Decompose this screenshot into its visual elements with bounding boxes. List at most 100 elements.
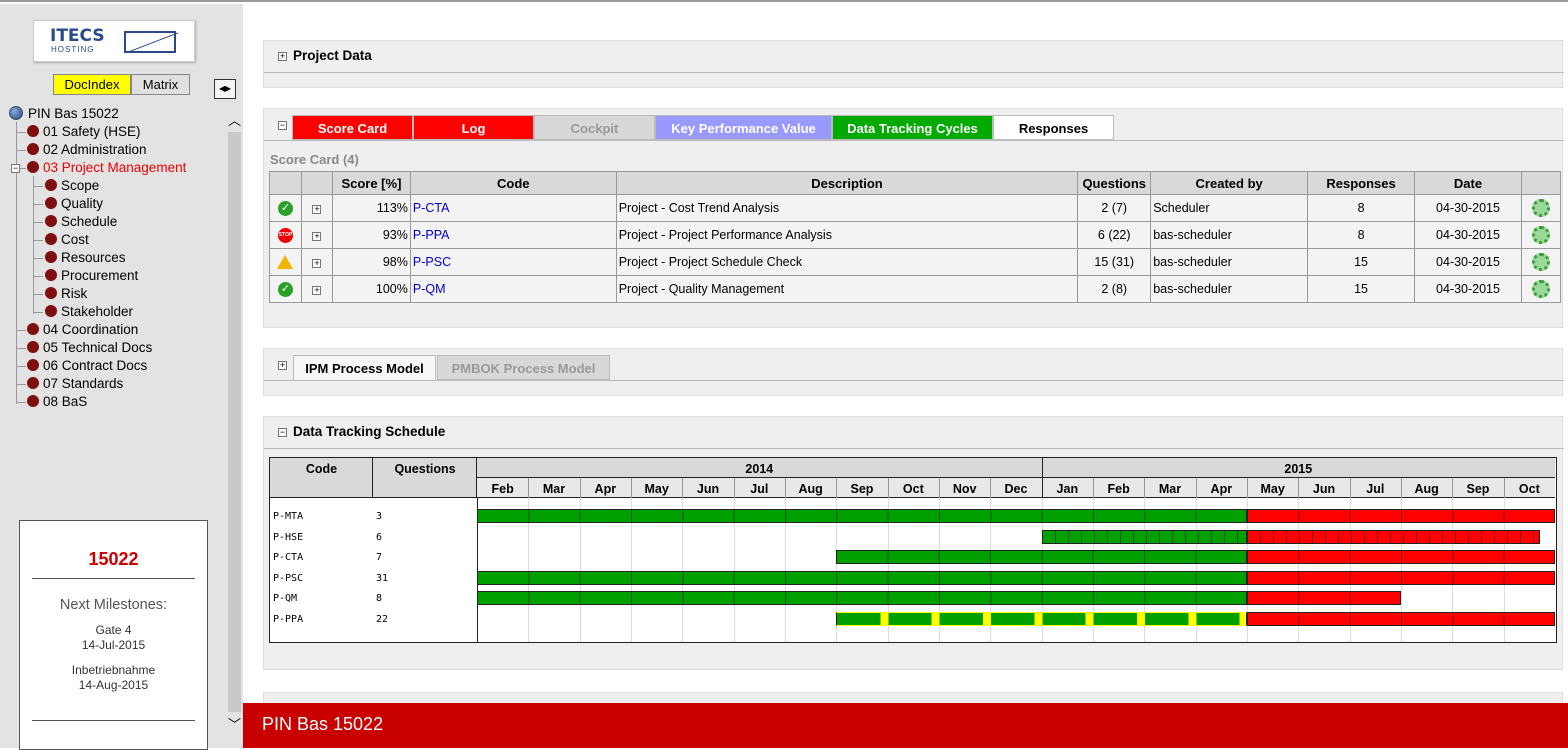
code-link[interactable]: P-PSC: [413, 255, 451, 269]
collapse-icon[interactable]: −: [11, 164, 20, 173]
milestone-name: Gate 4: [95, 623, 132, 637]
gantt-bar[interactable]: [1247, 570, 1555, 585]
tree-item-08-bas[interactable]: 08 BaS: [27, 393, 87, 411]
col-header-created-by[interactable]: Created by: [1150, 171, 1309, 195]
expand-row-icon[interactable]: +: [312, 205, 322, 214]
tab-log[interactable]: Log: [413, 115, 534, 140]
tab-key-performance-value[interactable]: Key Performance Value: [655, 115, 832, 140]
tree-item-cost[interactable]: Cost: [45, 231, 89, 249]
gantt-bar[interactable]: [1247, 509, 1555, 523]
settings-gear-icon[interactable]: [1531, 199, 1550, 217]
score-cell: 113%: [331, 194, 411, 222]
tree-item-procurement[interactable]: Procurement: [45, 267, 138, 285]
tree-item-quality[interactable]: Quality: [45, 195, 103, 213]
logo-mark-icon: [124, 31, 176, 53]
table-row[interactable]: STOP +93% P-PPA Project - Project Performan…: [269, 221, 1562, 249]
scroll-up-icon[interactable]: ︿: [226, 112, 243, 130]
expand-row-icon[interactable]: +: [312, 232, 322, 241]
col-header-description[interactable]: Description: [615, 171, 1079, 195]
code-link[interactable]: P-CTA: [413, 201, 450, 215]
gantt-bar[interactable]: [477, 570, 1247, 585]
collapse-icon[interactable]: −: [278, 428, 287, 437]
gantt-bar[interactable]: [836, 612, 1247, 626]
tree-item-resources[interactable]: Resources: [45, 249, 126, 267]
col-header-blank-1[interactable]: [300, 171, 333, 195]
gantt-row-questions: 8: [376, 593, 383, 605]
scroll-down-icon[interactable]: ﹀: [226, 714, 243, 732]
tab-responses[interactable]: Responses: [993, 115, 1114, 140]
gantt-bar[interactable]: [836, 550, 1247, 565]
code-link[interactable]: P-PPA: [413, 228, 450, 242]
month-mar: Mar: [1158, 482, 1182, 496]
col-header-code[interactable]: Code: [409, 171, 617, 195]
gantt-row-code: P-QM: [273, 593, 298, 605]
collapse-icon[interactable]: −: [278, 117, 293, 132]
tab-data-tracking-cycles[interactable]: Data Tracking Cycles: [832, 115, 993, 140]
responses-cell: 8: [1307, 194, 1416, 222]
tab-ipm-process-model[interactable]: IPM Process Model: [293, 355, 436, 380]
col-header-responses[interactable]: Responses: [1307, 171, 1416, 195]
tab-cockpit[interactable]: Cockpit: [534, 115, 655, 140]
gantt-bar[interactable]: [1247, 550, 1555, 565]
month-nov: Nov: [952, 482, 977, 496]
month-apr: Apr: [1210, 482, 1233, 496]
scroll-thumb[interactable]: [228, 132, 241, 712]
description-cell: Project - Cost Trend Analysis: [615, 194, 1079, 222]
month-mar: Mar: [542, 482, 566, 496]
tree-item-04-coordination[interactable]: 04 Coordination: [27, 321, 138, 339]
tab-score-card[interactable]: Score Card: [292, 115, 413, 140]
tab-docindex[interactable]: DocIndex: [53, 74, 131, 95]
tree-root[interactable]: PIN Bas 15022: [9, 105, 119, 123]
table-row[interactable]: ✓ +113% P-CTA Project - Cost Trend Analysis…: [269, 194, 1562, 222]
table-row[interactable]: ✓ +100% P-QM Project - Quality Management 2 …: [269, 275, 1562, 303]
settings-gear-icon[interactable]: [1531, 280, 1550, 298]
settings-gear-icon[interactable]: [1531, 226, 1550, 244]
gantt-bar[interactable]: [1247, 591, 1401, 606]
scorecard-panel: − Score Card Log Cockpit Key Performance Va…: [263, 108, 1564, 328]
tree-item-label: 03 Project Management: [43, 160, 187, 175]
tracking-panel: − Data Tracking Schedule Code Questions 201…: [263, 416, 1564, 670]
resize-toggle-icon[interactable]: ◂▸: [214, 79, 236, 99]
col-header-questions[interactable]: Questions: [1077, 171, 1152, 195]
expand-row-icon[interactable]: +: [312, 259, 322, 268]
table-row[interactable]: +98% P-PSC Project - Project Schedule Chec…: [269, 248, 1562, 276]
footer-title: PIN Bas 15022: [262, 714, 384, 734]
tree-item-03-project-management[interactable]: 03 Project Management: [27, 159, 186, 177]
col-header-blank-9[interactable]: [1520, 171, 1562, 195]
date-cell: 04-30-2015: [1414, 248, 1522, 276]
sidebar-scrollbar[interactable]: ︿ ﹀: [226, 112, 243, 748]
expand-icon[interactable]: +: [278, 52, 287, 61]
expand-row-icon[interactable]: +: [312, 286, 322, 295]
tree-item-scope[interactable]: Scope: [45, 177, 99, 195]
responses-cell: 8: [1307, 221, 1416, 249]
folder-dot-icon: [27, 359, 39, 371]
col-header-date[interactable]: Date: [1414, 171, 1522, 195]
code-link[interactable]: P-QM: [413, 282, 446, 296]
tree-item-02-administration[interactable]: 02 Administration: [27, 141, 147, 159]
settings-gear-icon[interactable]: [1531, 253, 1550, 271]
warning-icon: [277, 255, 294, 270]
tree-item-07-standards[interactable]: 07 Standards: [27, 375, 123, 393]
gantt-bar[interactable]: [1247, 612, 1555, 626]
col-header-blank-0[interactable]: [269, 171, 302, 195]
expand-icon[interactable]: +: [278, 357, 293, 372]
questions-cell: 6 (22): [1077, 221, 1152, 249]
gantt-bar[interactable]: [477, 509, 1247, 523]
tree-item-schedule[interactable]: Schedule: [45, 213, 117, 231]
gantt-bar[interactable]: [477, 591, 1247, 606]
tree-item-risk[interactable]: Risk: [45, 285, 87, 303]
gantt-bar[interactable]: [1041, 529, 1247, 544]
gantt-row-questions: 7: [376, 552, 383, 564]
tree-item-stakeholder[interactable]: Stakeholder: [45, 303, 133, 321]
tab-matrix[interactable]: Matrix: [131, 74, 190, 95]
tab-pmbok-process-model[interactable]: PMBOK Process Model: [437, 355, 610, 380]
tree-item-06-contract-docs[interactable]: 06 Contract Docs: [27, 357, 147, 375]
project-data-header[interactable]: + Project Data: [278, 48, 372, 63]
tree-item-label: Resources: [61, 250, 126, 265]
tree-item-05-technical-docs[interactable]: 05 Technical Docs: [27, 339, 152, 357]
tree-item-01-safety-hse[interactable]: 01 Safety (HSE): [27, 123, 141, 141]
gantt-bar[interactable]: [1247, 529, 1540, 544]
tracking-header[interactable]: − Data Tracking Schedule: [278, 424, 445, 439]
col-header-score[interactable]: Score [%]: [331, 171, 411, 195]
gantt-row-questions: 22: [376, 614, 389, 625]
